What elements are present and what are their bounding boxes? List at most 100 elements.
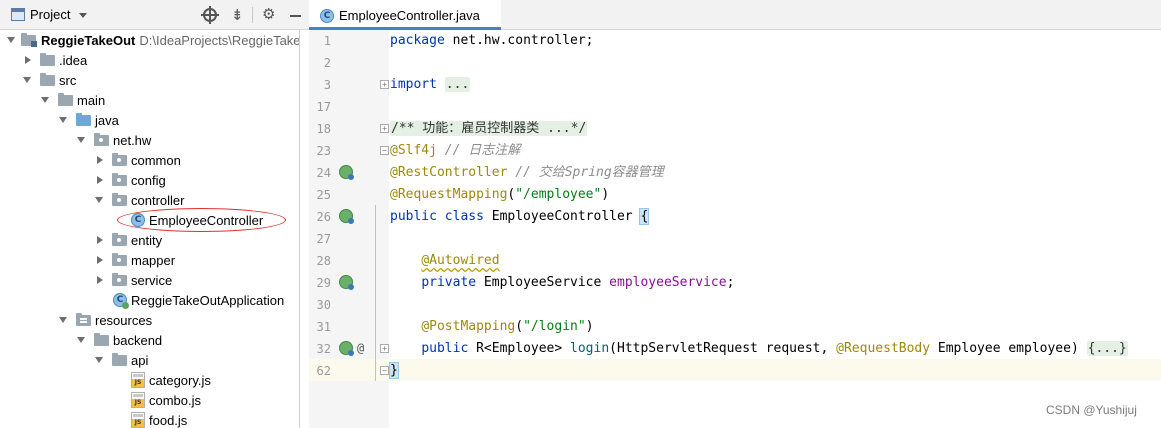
tab-employee-controller[interactable]: C EmployeeController.java	[309, 0, 501, 30]
tree-item-label: net.hw	[113, 133, 152, 148]
tree-item-api[interactable]: api	[0, 350, 299, 370]
code-line-25[interactable]: @RequestMapping("/employee")	[390, 184, 609, 206]
code-line-62[interactable]: }	[389, 360, 399, 382]
tree-item-controller[interactable]: controller	[0, 190, 299, 210]
code-line-24[interactable]: @RestController // 交给Spring容器管理	[390, 162, 664, 184]
tree-item-java[interactable]: java	[0, 110, 299, 130]
tree-item-backend[interactable]: backend	[0, 330, 299, 350]
expand-arrow-icon[interactable]	[93, 350, 105, 370]
line-number: 29	[316, 276, 331, 290]
code-line-29[interactable]: private EmployeeService employeeService;	[390, 272, 734, 294]
tree-item-resources[interactable]: resources	[0, 310, 299, 330]
collapse-all-icon[interactable]: ⇟	[231, 7, 244, 23]
tree-item-src[interactable]: src	[0, 70, 299, 90]
tree-item-category-js[interactable]: category.js	[0, 370, 299, 390]
code-token: @RequestMapping	[390, 187, 508, 202]
code-line-1[interactable]: package net.hw.controller;	[390, 30, 594, 52]
code-token: EmployeeController	[483, 209, 641, 224]
fold-plus-icon[interactable]: +	[380, 80, 389, 89]
tree-item-config[interactable]: config	[0, 170, 299, 190]
fold-minus-icon[interactable]: −	[380, 366, 389, 375]
project-panel-title[interactable]: Project	[30, 7, 70, 22]
tab-label: EmployeeController.java	[339, 8, 480, 23]
code-line-18[interactable]: /** 功能：雇员控制器类 ...*/	[390, 118, 588, 140]
fold-minus-icon[interactable]: −	[380, 146, 389, 155]
code-line-3[interactable]: import ...	[390, 74, 471, 96]
collapse-arrow-icon[interactable]	[93, 150, 105, 170]
code-token: private	[421, 275, 477, 290]
line-number: 17	[316, 100, 331, 114]
tree-item-entity[interactable]: entity	[0, 230, 299, 250]
tree-item-main[interactable]: main	[0, 90, 299, 110]
matched-brace: {	[639, 208, 650, 225]
tree-item-mapper[interactable]: mapper	[0, 250, 299, 270]
code-line-32[interactable]: public R<Employee> login(HttpServletRequ…	[390, 338, 1128, 360]
tree-item-label: combo.js	[149, 393, 202, 408]
tree-item-project-root[interactable]: ReggieTakeOutD:\IdeaProjects\ReggieTakeO…	[0, 30, 299, 50]
minimize-icon[interactable]	[290, 15, 301, 17]
spring-endpoint-icon[interactable]	[339, 341, 354, 356]
folder-icon	[40, 73, 55, 86]
tree-item-food-js[interactable]: food.js	[0, 410, 299, 428]
js-file-icon	[131, 392, 145, 408]
expand-arrow-icon[interactable]	[21, 70, 33, 90]
expand-arrow-icon[interactable]	[75, 130, 87, 150]
expand-arrow-icon[interactable]	[75, 330, 87, 350]
tree-item-net-hw[interactable]: net.hw	[0, 130, 299, 150]
expand-arrow-icon[interactable]	[39, 90, 51, 110]
folder-icon	[40, 53, 55, 66]
fold-plus-icon[interactable]: +	[380, 124, 389, 133]
tree-item-idea[interactable]: .idea	[0, 50, 299, 70]
code-line-31[interactable]: @PostMapping("/login")	[390, 316, 593, 338]
spring-bean-icon[interactable]	[339, 209, 354, 224]
locate-file-icon[interactable]	[201, 6, 219, 24]
watermark: CSDN @Yushijuj	[1046, 403, 1137, 417]
expand-arrow-icon[interactable]	[57, 310, 69, 330]
folded-method-body[interactable]: {...}	[1086, 341, 1128, 356]
code-token: Employee employee)	[930, 341, 1087, 356]
code-field: employeeService	[609, 275, 727, 290]
tree-item-label: resources	[95, 313, 153, 328]
gear-icon[interactable]: ⚙	[262, 5, 275, 23]
code-token: net.hw.controller;	[444, 33, 594, 48]
expand-arrow-icon[interactable]	[57, 110, 69, 130]
code-token: )	[601, 187, 610, 202]
code-token: (HttpServletRequest request,	[609, 341, 837, 356]
collapse-arrow-icon[interactable]	[21, 50, 33, 70]
expand-arrow-icon[interactable]	[93, 190, 105, 210]
toolbar-separator	[252, 7, 253, 23]
collapse-arrow-icon[interactable]	[93, 170, 105, 190]
package-icon	[112, 173, 127, 186]
line-number: 24	[316, 166, 331, 180]
chevron-down-icon[interactable]	[79, 13, 87, 18]
collapse-arrow-icon[interactable]	[93, 230, 105, 250]
code-token: @RequestBody	[836, 341, 931, 356]
collapse-arrow-icon[interactable]	[93, 270, 105, 290]
module-folder-icon	[21, 33, 37, 47]
fold-plus-icon[interactable]: +	[380, 344, 389, 353]
expand-arrow-icon[interactable]	[5, 30, 17, 50]
tree-item-application[interactable]: C ReggieTakeOutApplication	[0, 290, 299, 310]
tree-item-label: entity	[131, 233, 163, 248]
code-line-28[interactable]: @Autowired	[390, 250, 500, 272]
tree-item-common[interactable]: common	[0, 150, 299, 170]
collapse-arrow-icon[interactable]	[93, 250, 105, 270]
tree-item-label: food.js	[149, 413, 188, 428]
spring-autowire-icon[interactable]	[339, 275, 354, 290]
tree-item-label: backend	[113, 333, 163, 348]
at-sign-icon[interactable]: @	[357, 341, 364, 355]
code-token: @Autowired	[421, 253, 500, 268]
tree-item-combo-js[interactable]: combo.js	[0, 390, 299, 410]
tree-item-label: main	[77, 93, 106, 108]
package-icon	[112, 273, 127, 286]
code-token: @PostMapping	[421, 319, 516, 334]
code-line-26[interactable]: public class EmployeeController {	[390, 206, 650, 228]
project-window-icon	[11, 8, 25, 21]
folded-doc-comment[interactable]: /** 功能：雇员控制器类 ...*/	[390, 121, 588, 136]
folded-imports[interactable]: ...	[444, 77, 471, 92]
spring-bean-icon[interactable]	[339, 165, 354, 180]
tree-item-service[interactable]: service	[0, 270, 299, 290]
code-line-23[interactable]: @Slf4j // 日志注解	[390, 140, 520, 162]
folder-icon	[58, 93, 73, 106]
code-token: import	[390, 77, 437, 92]
